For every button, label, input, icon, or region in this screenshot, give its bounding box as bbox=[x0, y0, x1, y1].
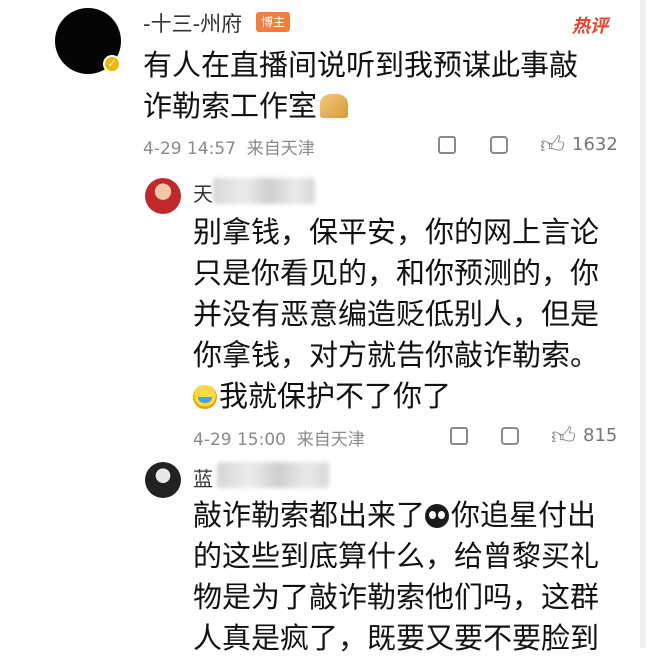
location: 来自天津 bbox=[246, 139, 315, 159]
blurred-username bbox=[217, 462, 329, 488]
like-icon[interactable]: 👍︎ bbox=[540, 131, 565, 160]
reply-avatar[interactable] bbox=[145, 178, 181, 214]
verified-icon: ✓ bbox=[103, 55, 121, 73]
hot-comment-label: 热评 bbox=[572, 16, 608, 37]
comment-icon[interactable] bbox=[490, 136, 508, 154]
scrollbar-track[interactable] bbox=[640, 0, 646, 648]
like-count: 1632 bbox=[572, 134, 618, 155]
reply-avatar[interactable] bbox=[145, 462, 181, 498]
comment-icon[interactable] bbox=[501, 427, 519, 445]
reply-username[interactable]: 蓝 bbox=[193, 463, 213, 492]
location: 来自天津 bbox=[296, 430, 365, 450]
like-count: 815 bbox=[583, 425, 618, 446]
reply-text: 敲诈勒索都出来了 你追星付出的这些到底算什么，给曾黎买礼物是为了敲诈勒索他们吗，这… bbox=[193, 498, 600, 655]
like-icon[interactable]: 👍︎ bbox=[551, 422, 576, 451]
share-icon[interactable] bbox=[450, 427, 468, 445]
blogger-badge: 博主 bbox=[256, 12, 291, 32]
timestamp: 4-29 14:57 bbox=[143, 139, 236, 159]
reply-meta: 4-29 15:00 来自天津 bbox=[193, 425, 365, 450]
timestamp: 4-29 15:00 bbox=[193, 430, 286, 450]
eyes-emoji bbox=[425, 504, 450, 528]
crying-laugh-emoji bbox=[193, 385, 217, 409]
reply-text: 别拿钱，保平安，你的网上言论只是你看见的，和你预测的，你并没有恶意编造贬低别人，… bbox=[193, 215, 600, 413]
comment-text: 有人在直播间说听到我预谋此事敲诈勒索工作室 bbox=[143, 48, 579, 123]
reply-username[interactable]: 天 bbox=[193, 178, 213, 207]
blurred-username bbox=[213, 178, 315, 204]
username[interactable]: -十三-州府 bbox=[143, 8, 242, 38]
praying-hands-emoji bbox=[320, 94, 349, 118]
share-icon[interactable] bbox=[438, 136, 456, 154]
comment-meta: 4-29 14:57 来自天津 bbox=[143, 134, 315, 159]
